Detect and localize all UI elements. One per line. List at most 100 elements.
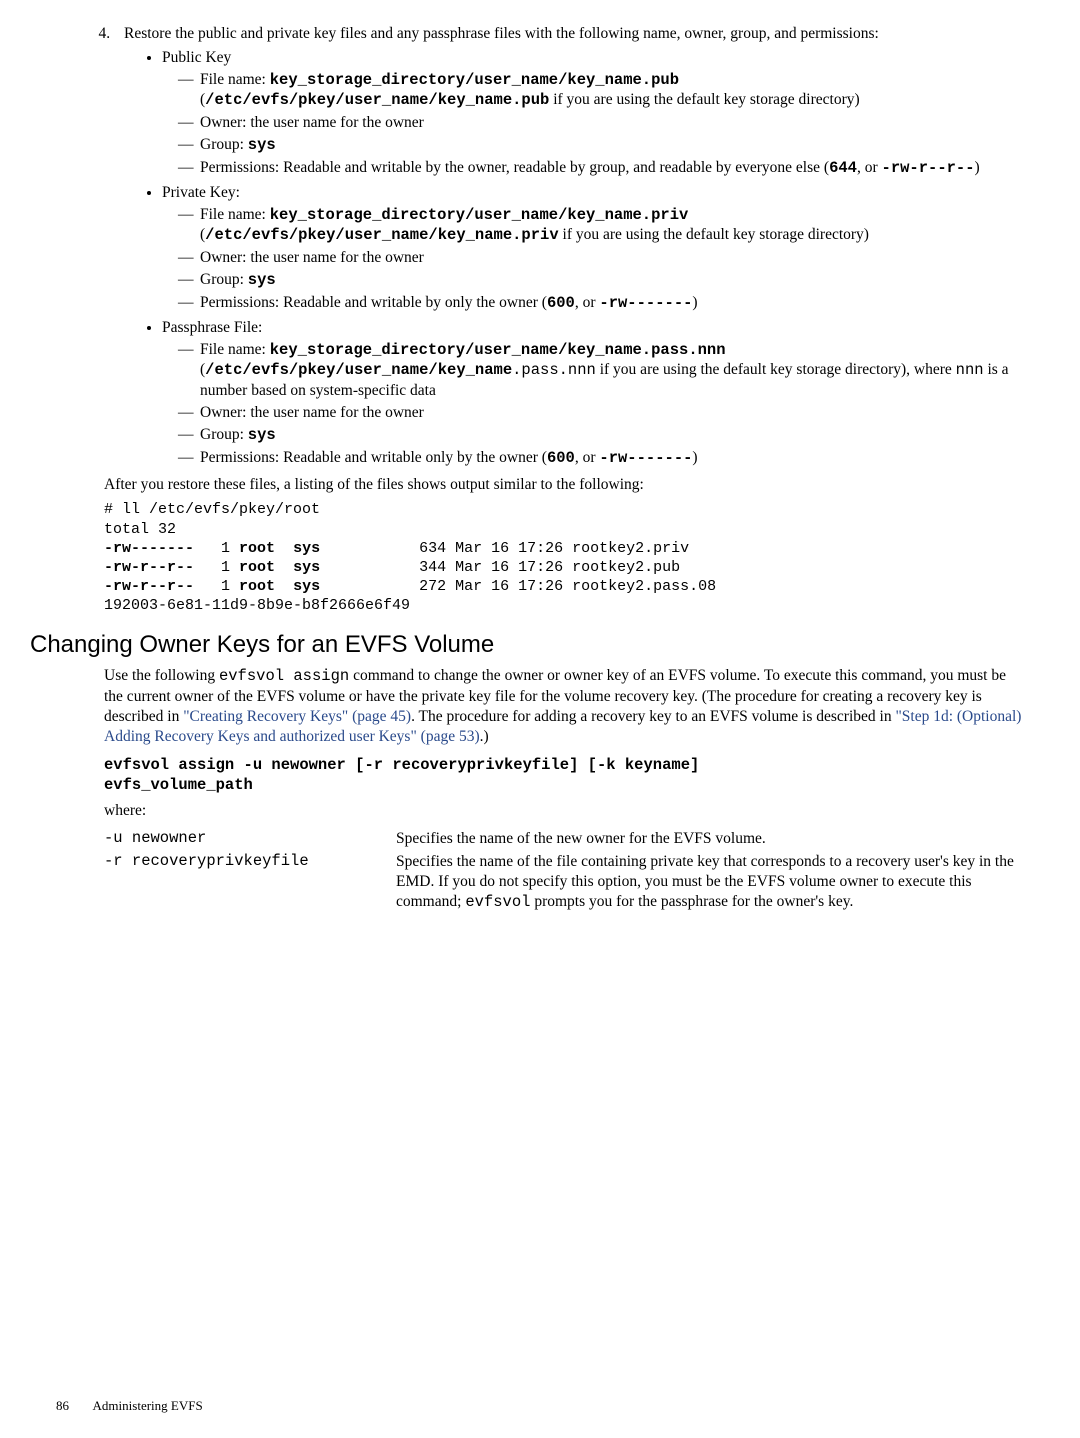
table-row: -u newowner Specifies the name of the ne…	[104, 827, 1024, 851]
private-perm: Permissions: Readable and writable by on…	[200, 293, 1024, 314]
private-file: File name: key_storage_directory/user_na…	[200, 205, 1024, 247]
public-perm: Permissions: Readable and writable by th…	[200, 158, 1024, 179]
listing-group: sys	[293, 540, 320, 557]
file-pre: File name:	[200, 341, 270, 358]
listing-sep: 1	[194, 578, 239, 595]
listing-line: 192003-6e81-11d9-8b9e-b8f2666e6f49	[104, 597, 410, 614]
paren-tail: if you are using the default key storage…	[549, 91, 859, 108]
perm-mid: , or	[575, 449, 600, 466]
p1e: .)	[480, 728, 489, 745]
perm-pre: Permissions: Readable and writable by on…	[200, 294, 547, 311]
listing-group: sys	[293, 559, 320, 576]
group-pre: Group:	[200, 271, 248, 288]
table-row: -r recoveryprivkeyfile Specifies the nam…	[104, 850, 1024, 914]
p1a: Use the following	[104, 667, 219, 684]
cmd-inline: evfsvol assign	[219, 667, 349, 685]
private-owner: Owner: the user name for the owner	[200, 248, 1024, 268]
public-key-title: Public Key	[162, 49, 231, 66]
listing-tail: 272 Mar 16 17:26 rootkey2.pass.08	[320, 578, 716, 595]
listing-owner: root	[239, 578, 275, 595]
listing-line: # ll /etc/evfs/pkey/root	[104, 501, 320, 518]
footer-title: Administering EVFS	[93, 1398, 203, 1413]
perm-mid: , or	[857, 159, 882, 176]
listing-sep: 1	[194, 540, 239, 557]
command-syntax: evfsvol assign -u newowner [-r recoveryp…	[104, 755, 1024, 795]
opt-name: -u newowner	[104, 827, 396, 851]
perm-sym: -rw-------	[599, 449, 692, 467]
perm-num: 600	[547, 294, 575, 312]
step-4: Restore the public and private key files…	[114, 24, 1024, 469]
public-file: File name: key_storage_directory/user_na…	[200, 70, 1024, 112]
link-creating-recovery-keys[interactable]: "Creating Recovery Keys" (page 45)	[183, 708, 411, 725]
listing-line: total 32	[104, 521, 176, 538]
passphrase-title: Passphrase File:	[162, 319, 262, 336]
where-label: where:	[104, 801, 1024, 821]
listing-sep	[275, 578, 293, 595]
listing-tail: 344 Mar 16 17:26 rootkey2.pub	[320, 559, 680, 576]
pass-perm: Permissions: Readable and writable only …	[200, 448, 1024, 469]
cmd-line-2: evfs_volume_path	[104, 775, 1024, 795]
public-key-block: Public Key File name: key_storage_direct…	[162, 48, 1024, 179]
listing-perm: -rw-r--r--	[104, 578, 194, 595]
section-heading: Changing Owner Keys for an EVFS Volume	[30, 630, 1024, 661]
group-val: sys	[248, 426, 276, 444]
listing-perm: -rw-------	[104, 540, 194, 557]
perm-close: )	[692, 294, 697, 311]
perm-pre: Permissions: Readable and writable by th…	[200, 159, 829, 176]
opt2b: evfsvol	[465, 893, 530, 911]
file-listing: # ll /etc/evfs/pkey/root total 32 -rw---…	[104, 500, 1024, 615]
file-alt: /etc/evfs/pkey/user_name/key_name	[205, 361, 512, 379]
paren-tail: if you are using the default key storage…	[559, 226, 869, 243]
perm-mid: , or	[575, 294, 600, 311]
opt-desc: Specifies the name of the file containin…	[396, 850, 1024, 914]
file-name: key_storage_directory/user_name/key_name…	[270, 206, 689, 224]
file-nnn: nnn	[956, 361, 984, 379]
listing-owner: root	[239, 540, 275, 557]
listing-tail: 634 Mar 16 17:26 rootkey2.priv	[320, 540, 689, 557]
section-paragraph: Use the following evfsvol assign command…	[104, 666, 1024, 746]
listing-sep: 1	[194, 559, 239, 576]
public-group: Group: sys	[200, 135, 1024, 156]
perm-num: 644	[829, 159, 857, 177]
group-pre: Group:	[200, 426, 248, 443]
perm-close: )	[975, 159, 980, 176]
p1d: . The procedure for adding a recovery ke…	[411, 708, 895, 725]
perm-sym: -rw-r--r--	[882, 159, 975, 177]
opt2c: prompts you for the passphrase for the o…	[530, 893, 853, 910]
private-key-title: Private Key:	[162, 184, 240, 201]
listing-perm: -rw-r--r--	[104, 559, 194, 576]
perm-pre: Permissions: Readable and writable only …	[200, 449, 547, 466]
listing-sep	[275, 559, 293, 576]
group-val: sys	[248, 136, 276, 154]
file-pre: File name:	[200, 71, 270, 88]
opt-desc: Specifies the name of the new owner for …	[396, 827, 1024, 851]
listing-group: sys	[293, 578, 320, 595]
cmd-line-1: evfsvol assign -u newowner [-r recoveryp…	[104, 755, 1024, 775]
listing-sep	[275, 540, 293, 557]
group-val: sys	[248, 271, 276, 289]
pass-owner: Owner: the user name for the owner	[200, 403, 1024, 423]
file-name: key_storage_directory/user_name/key_name…	[270, 341, 726, 359]
public-owner: Owner: the user name for the owner	[200, 113, 1024, 133]
options-table: -u newowner Specifies the name of the ne…	[104, 827, 1024, 915]
private-key-block: Private Key: File name: key_storage_dire…	[162, 183, 1024, 314]
pass-file: File name: key_storage_directory/user_na…	[200, 340, 1024, 401]
file-alt: /etc/evfs/pkey/user_name/key_name.pub	[205, 91, 549, 109]
file-tail1: .pass.nnn	[512, 361, 596, 379]
perm-num: 600	[547, 449, 575, 467]
opt-name: -r recoveryprivkeyfile	[104, 850, 396, 914]
file-name: key_storage_directory/user_name/key_name…	[270, 71, 679, 89]
after-restore-text: After you restore these files, a listing…	[104, 475, 1024, 495]
file-tail2: if you are using the default key storage…	[596, 361, 956, 378]
file-pre: File name:	[200, 206, 270, 223]
perm-sym: -rw-------	[599, 294, 692, 312]
pass-group: Group: sys	[200, 425, 1024, 446]
step4-intro: Restore the public and private key files…	[124, 25, 879, 42]
listing-owner: root	[239, 559, 275, 576]
passphrase-block: Passphrase File: File name: key_storage_…	[162, 318, 1024, 469]
file-alt: /etc/evfs/pkey/user_name/key_name.priv	[205, 226, 558, 244]
group-pre: Group:	[200, 136, 248, 153]
private-group: Group: sys	[200, 270, 1024, 291]
perm-close: )	[692, 449, 697, 466]
page-number: 86	[56, 1398, 90, 1415]
